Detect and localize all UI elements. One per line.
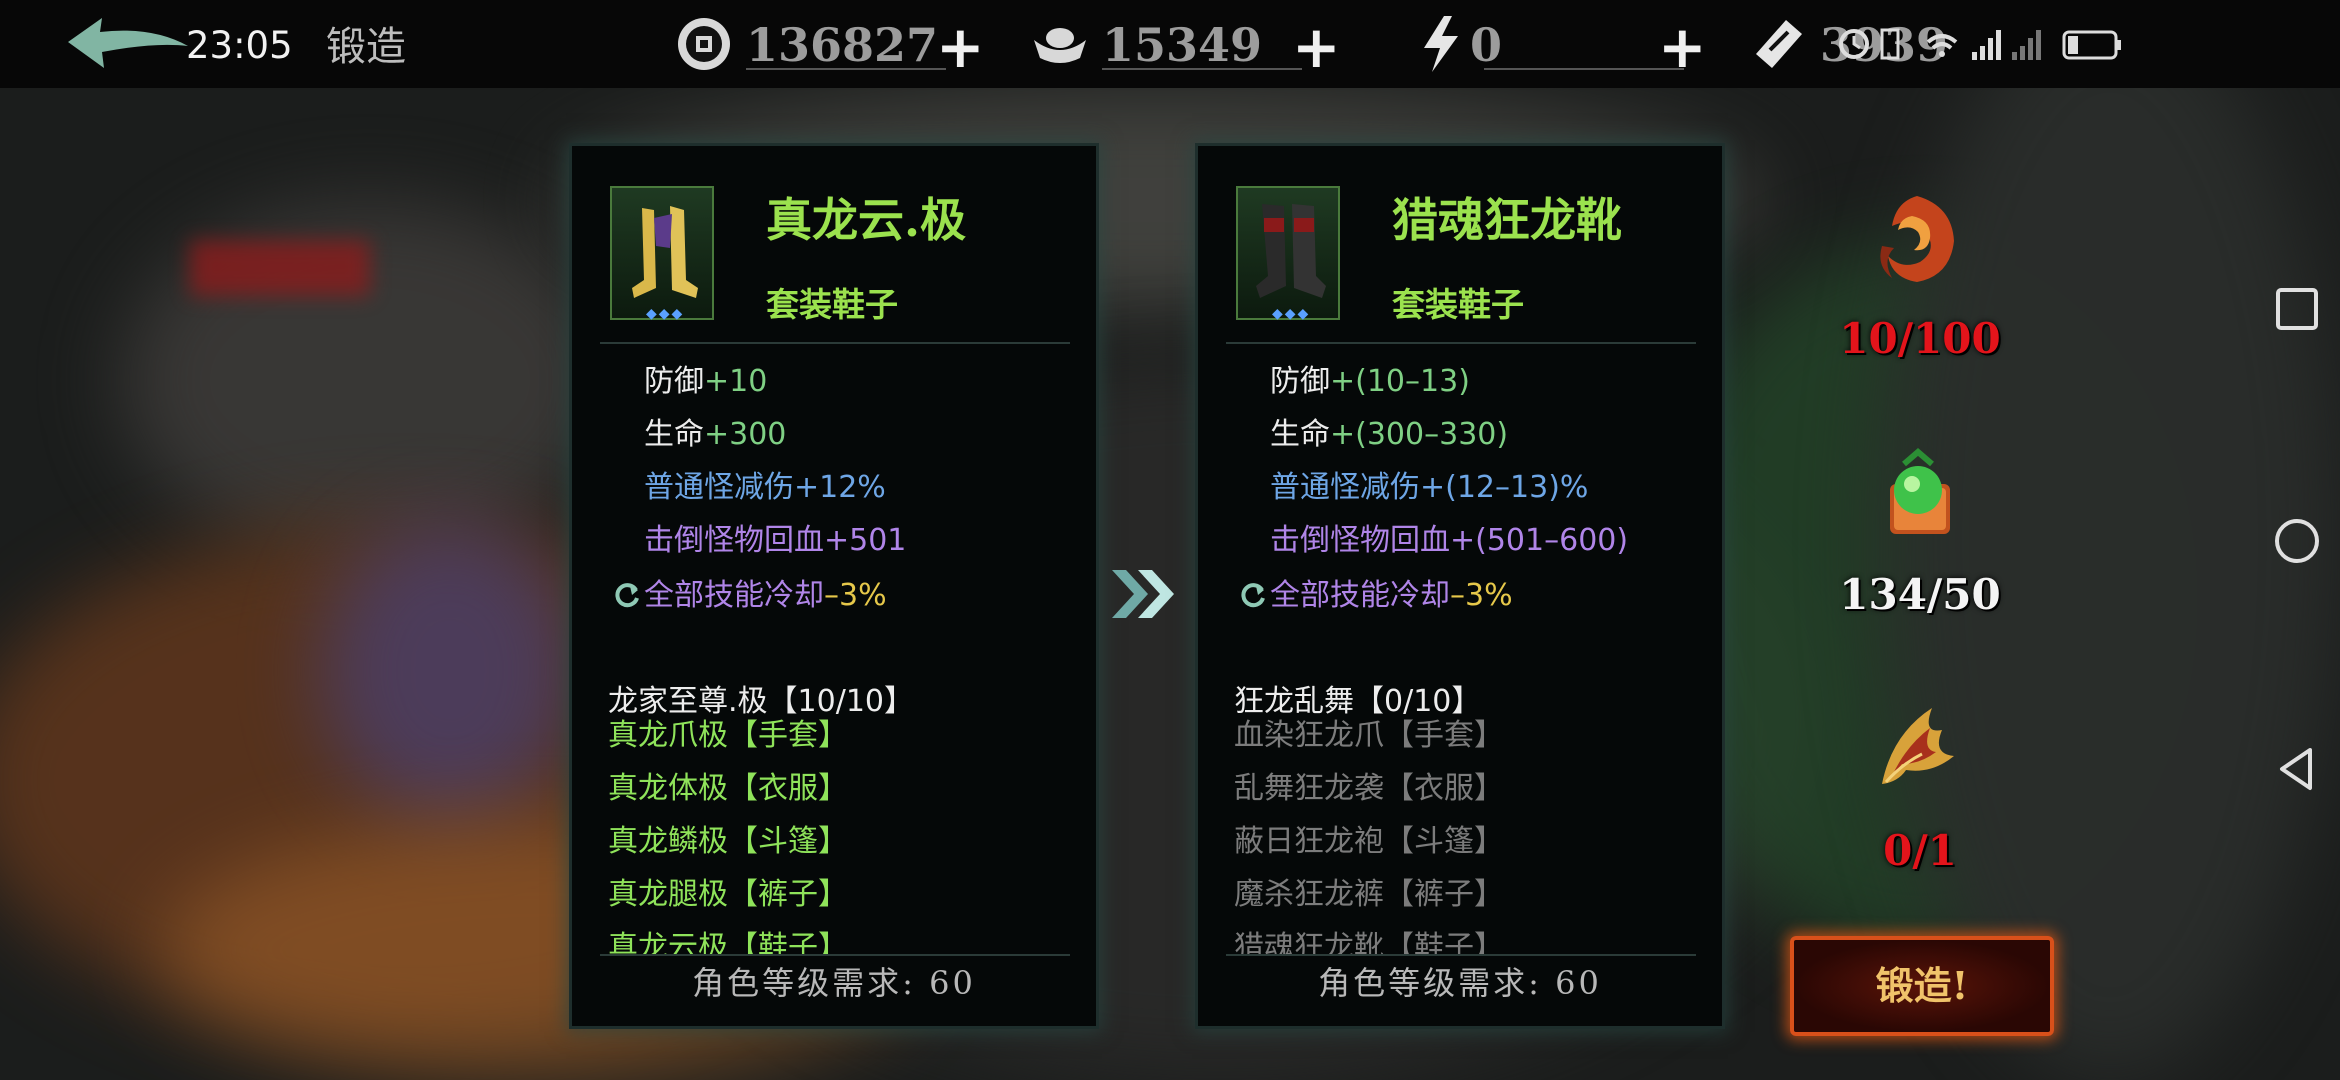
silver-ingot-icon xyxy=(1034,28,1086,63)
set-item: 真龙爪极【手套】 xyxy=(608,718,848,753)
refresh-icon xyxy=(1241,583,1265,608)
level-requirement: 角色等级需求: 60 xyxy=(692,964,976,1002)
set-item: 猎魂狂龙靴【鞋子】 xyxy=(1234,930,1504,954)
stat-hp: 生命+300 xyxy=(644,417,787,452)
back-arrow-icon[interactable] xyxy=(62,12,192,74)
flame-swirl-icon[interactable] xyxy=(1862,186,1972,296)
set-name: 龙家至尊.极【10/10】 xyxy=(608,684,914,719)
divider xyxy=(1226,342,1696,344)
divider xyxy=(600,954,1070,956)
set-item: 血染狂龙爪【手套】 xyxy=(1234,718,1504,753)
stat-kill-heal: 击倒怪物回血+501 xyxy=(644,523,907,558)
set-item: 蔽日狂龙袍【斗篷】 xyxy=(1234,824,1504,859)
current-item-panel: ◆◆◆ 真龙云.极 套装鞋子 防御+10 生命+300 普通怪减伤+12% 击倒… xyxy=(572,146,1096,1026)
resource-value: 136827 xyxy=(746,18,939,72)
status-clock: 23:05 xyxy=(186,24,293,67)
star-gems-icon: ◆◆◆ xyxy=(646,306,685,322)
recent-apps-icon[interactable] xyxy=(2272,284,2322,334)
add-energy-button[interactable]: + xyxy=(1658,18,1707,76)
star-gems-icon: ◆◆◆ xyxy=(1272,306,1311,322)
add-silver-button[interactable]: + xyxy=(1292,18,1341,76)
set-item: 真龙腿极【裤子】 xyxy=(608,877,848,912)
stat-defense: 防御+(10–13) xyxy=(1270,364,1470,399)
material-count: 0/1 xyxy=(1883,826,1957,875)
phoenix-feather-icon[interactable] xyxy=(1862,694,1972,804)
top-bar: 23:05 锻造 136827 + 15349 + 0 + 3939 xyxy=(0,0,2340,88)
resource-value: 0 xyxy=(1470,18,1503,72)
add-coins-button[interactable]: + xyxy=(936,18,985,76)
back-icon[interactable] xyxy=(2272,744,2322,794)
coin-icon xyxy=(678,18,730,70)
ticket-icon xyxy=(1756,20,1802,68)
result-item-thumbnail[interactable]: ◆◆◆ xyxy=(1236,186,1340,322)
dark-boots-icon xyxy=(1256,204,1326,298)
stat-damage-reduction: 普通怪减伤+12% xyxy=(644,470,886,505)
stat-hp: 生命+(300–330) xyxy=(1270,417,1509,452)
stat-cooldown: 全部技能冷却–3% xyxy=(1240,570,1513,614)
forge-button[interactable]: 锻造! xyxy=(1790,936,2054,1036)
boots-icon xyxy=(632,206,698,298)
set-item: 魔杀狂龙裤【裤子】 xyxy=(1234,877,1504,912)
item-name: 猎魂狂龙靴 xyxy=(1392,193,1622,247)
divider xyxy=(600,342,1070,344)
current-item-thumbnail[interactable]: ◆◆◆ xyxy=(610,186,714,322)
set-item-list[interactable]: 真龙爪极【手套】 真龙体极【衣服】 真龙鳞极【斗篷】 真龙腿极【裤子】 真龙云极… xyxy=(608,716,1078,954)
page-title: 锻造 xyxy=(326,24,406,70)
stat-kill-heal: 击倒怪物回血+(501–600) xyxy=(1270,523,1629,558)
material-count: 134/50 xyxy=(1839,570,2001,619)
material-count: 10/100 xyxy=(1839,314,2001,363)
resource-value: 15349 xyxy=(1102,18,1263,72)
green-orb-icon[interactable] xyxy=(1864,444,1974,554)
set-item: 乱舞狂龙袭【衣服】 xyxy=(1234,771,1504,806)
item-name: 真龙云.极 xyxy=(766,193,967,247)
set-item: 真龙云极【鞋子】 xyxy=(608,930,848,954)
set-item: 真龙体极【衣服】 xyxy=(608,771,848,806)
level-requirement: 角色等级需求: 60 xyxy=(1318,964,1602,1002)
stat-defense: 防御+10 xyxy=(644,364,768,399)
system-status-icons xyxy=(1832,22,2152,73)
blurred-background xyxy=(0,0,2340,1080)
set-item: 真龙鳞极【斗篷】 xyxy=(608,824,848,859)
home-icon[interactable] xyxy=(2272,516,2322,566)
item-type: 套装鞋子 xyxy=(1392,285,1524,324)
set-name: 狂龙乱舞【0/10】 xyxy=(1234,684,1482,719)
stat-damage-reduction: 普通怪减伤+(12–13)% xyxy=(1270,470,1589,505)
lightning-icon xyxy=(1424,16,1458,72)
result-item-panel: ◆◆◆ 猎魂狂龙靴 套装鞋子 防御+(10–13) 生命+(300–330) 普… xyxy=(1198,146,1722,1026)
item-type: 套装鞋子 xyxy=(766,285,898,324)
set-item-list[interactable]: 血染狂龙爪【手套】 乱舞狂龙袭【衣服】 蔽日狂龙袍【斗篷】 魔杀狂龙裤【裤子】 … xyxy=(1234,716,1704,954)
double-chevron-right-icon xyxy=(1112,570,1174,618)
stat-cooldown: 全部技能冷却–3% xyxy=(614,570,887,614)
refresh-icon xyxy=(615,583,639,608)
divider xyxy=(1226,954,1696,956)
